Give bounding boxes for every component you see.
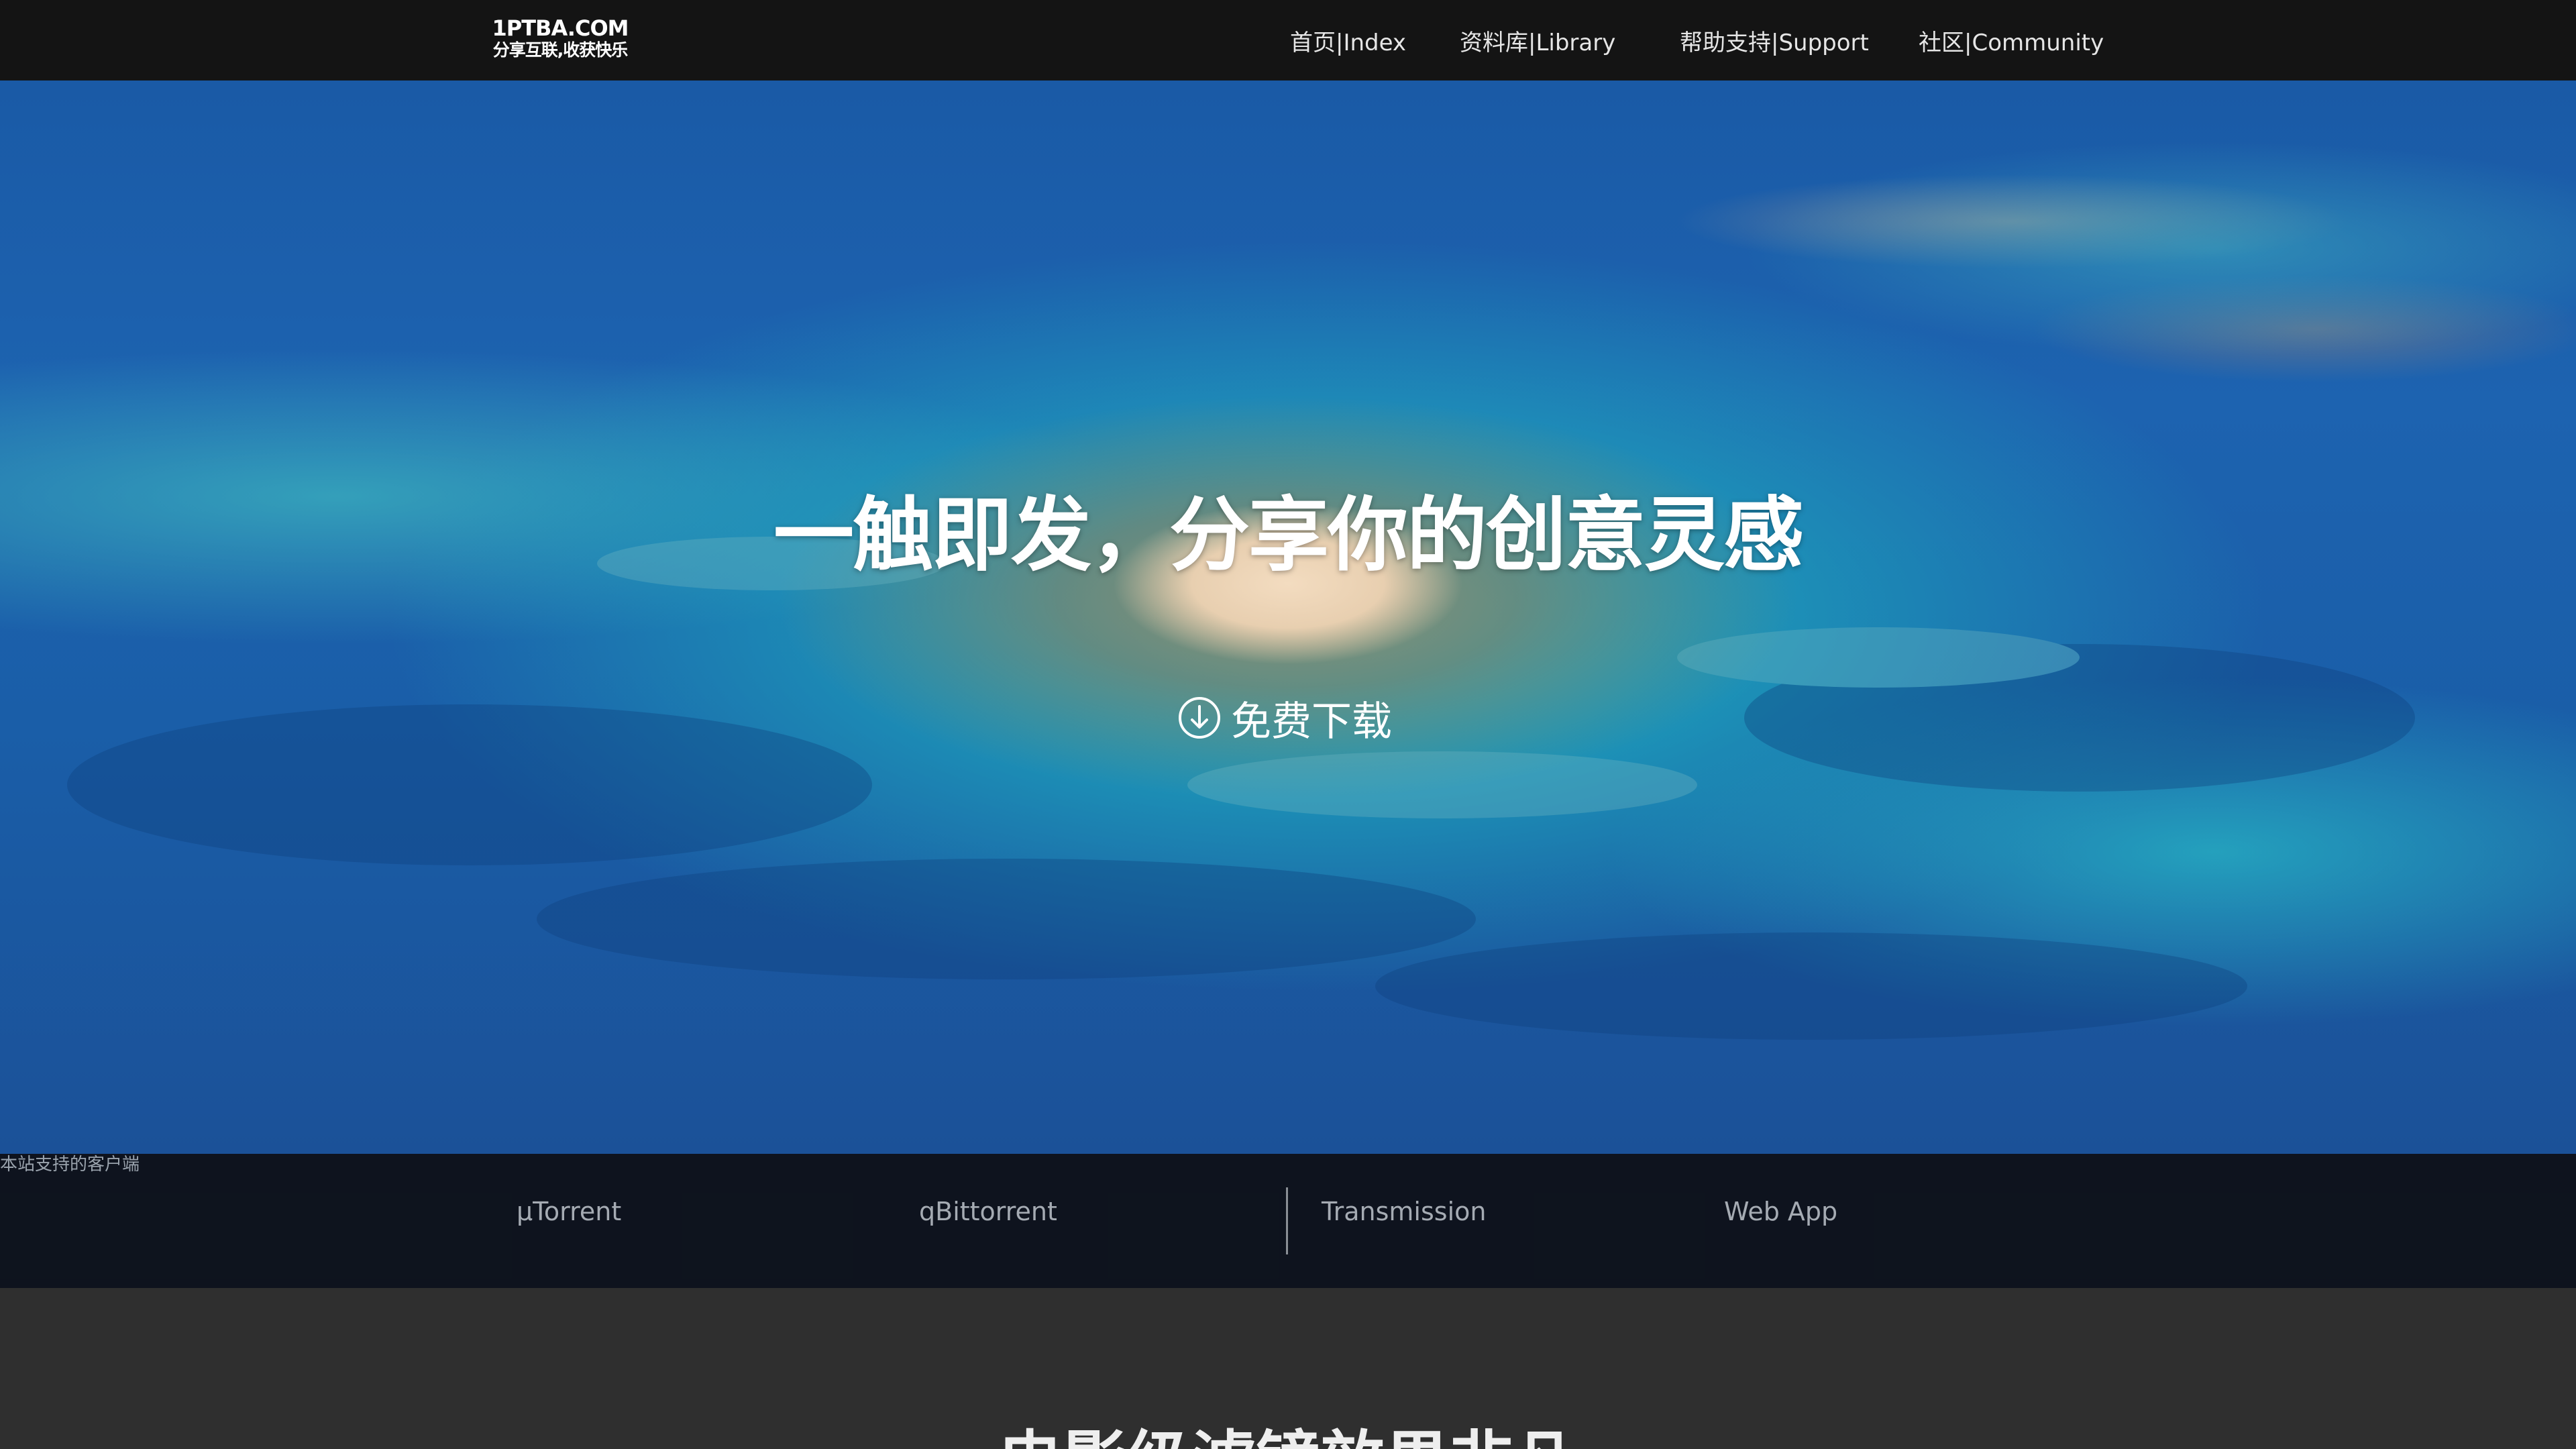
hero-ocean-texture: [67, 537, 2415, 1040]
nav-item-community[interactable]: 社区|Community: [1919, 24, 2104, 57]
download-circle-icon: [1179, 697, 1220, 739]
features-section: 电影级滤镜效果非凡: [0, 1288, 2576, 1449]
clients-divider: [1286, 1187, 1288, 1254]
logo-line-1: 1PTBA.COM: [492, 15, 629, 41]
client-qbittorrent[interactable]: qBittorrent: [919, 1197, 1057, 1226]
client-transmission[interactable]: Transmission: [1322, 1197, 1486, 1226]
hero-title: 一触即发，分享你的创意灵感: [773, 489, 1804, 582]
hero-banner: 一触即发，分享你的创意灵感 免费下载: [0, 80, 2576, 1154]
free-download-label: 免费下载: [1231, 698, 1392, 745]
clients-bar: 本站支持的客户端 µTorrent qBittorrent Transmissi…: [0, 1154, 2576, 1288]
client-utorrent[interactable]: µTorrent: [517, 1197, 621, 1226]
section-title: 电影级滤镜效果非凡: [0, 1409, 2576, 1449]
nav-item-index[interactable]: 首页|Index: [1290, 24, 1406, 57]
logo-line-2: 分享互联,收获快乐: [492, 40, 629, 60]
site-logo[interactable]: 1PTBA.COM 分享互联,收获快乐: [483, 17, 637, 64]
free-download-button[interactable]: 免费下载: [1177, 691, 1392, 745]
client-web-app[interactable]: Web App: [1724, 1197, 1837, 1226]
nav-item-support[interactable]: 帮助支持|Support: [1680, 24, 1869, 57]
top-navbar: 1PTBA.COM 分享互联,收获快乐 首页|Index 资料库|Library…: [0, 0, 2576, 80]
clients-caption: 本站支持的客户端: [0, 1155, 140, 1175]
nav-item-library[interactable]: 资料库|Library: [1460, 24, 1615, 57]
